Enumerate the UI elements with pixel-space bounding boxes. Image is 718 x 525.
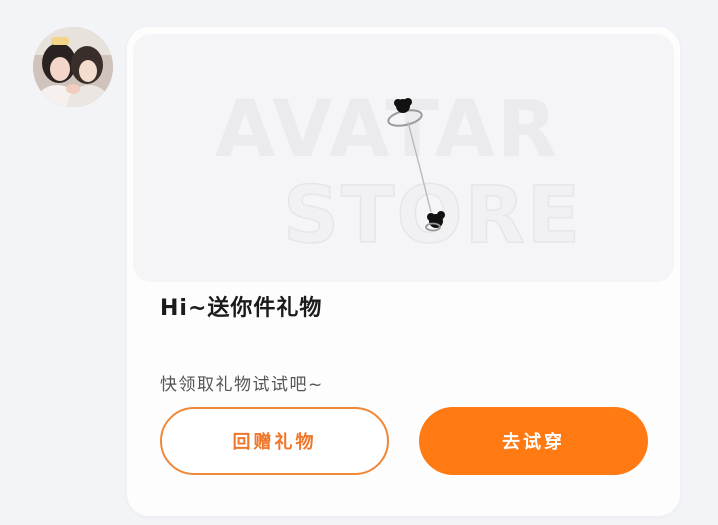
return-gift-button-label: 回赠礼物 bbox=[232, 432, 317, 453]
product-banner[interactable]: AVATAR STORE bbox=[133, 34, 674, 282]
avatar[interactable] bbox=[33, 27, 113, 107]
message-subtitle: 快领取礼物试试吧~ bbox=[160, 375, 324, 395]
try-on-button-label: 去试穿 bbox=[502, 432, 565, 453]
product-banner-graphic: AVATAR STORE bbox=[215, 85, 581, 262]
banner-watermark-line1: AVATAR bbox=[215, 85, 559, 175]
try-on-button[interactable]: 去试穿 bbox=[419, 407, 648, 475]
chat-page: AVATAR STORE Hi~送你件礼物 快领取礼物试试吧~ 回赠礼物 去试穿 bbox=[0, 0, 718, 525]
return-gift-button[interactable]: 回赠礼物 bbox=[160, 407, 389, 475]
message-title: Hi~送你件礼物 bbox=[160, 296, 323, 321]
avatar-photo bbox=[33, 27, 113, 107]
gift-message-card: AVATAR STORE Hi~送你件礼物 快领取礼物试试吧~ 回赠礼物 去试穿 bbox=[127, 27, 680, 516]
